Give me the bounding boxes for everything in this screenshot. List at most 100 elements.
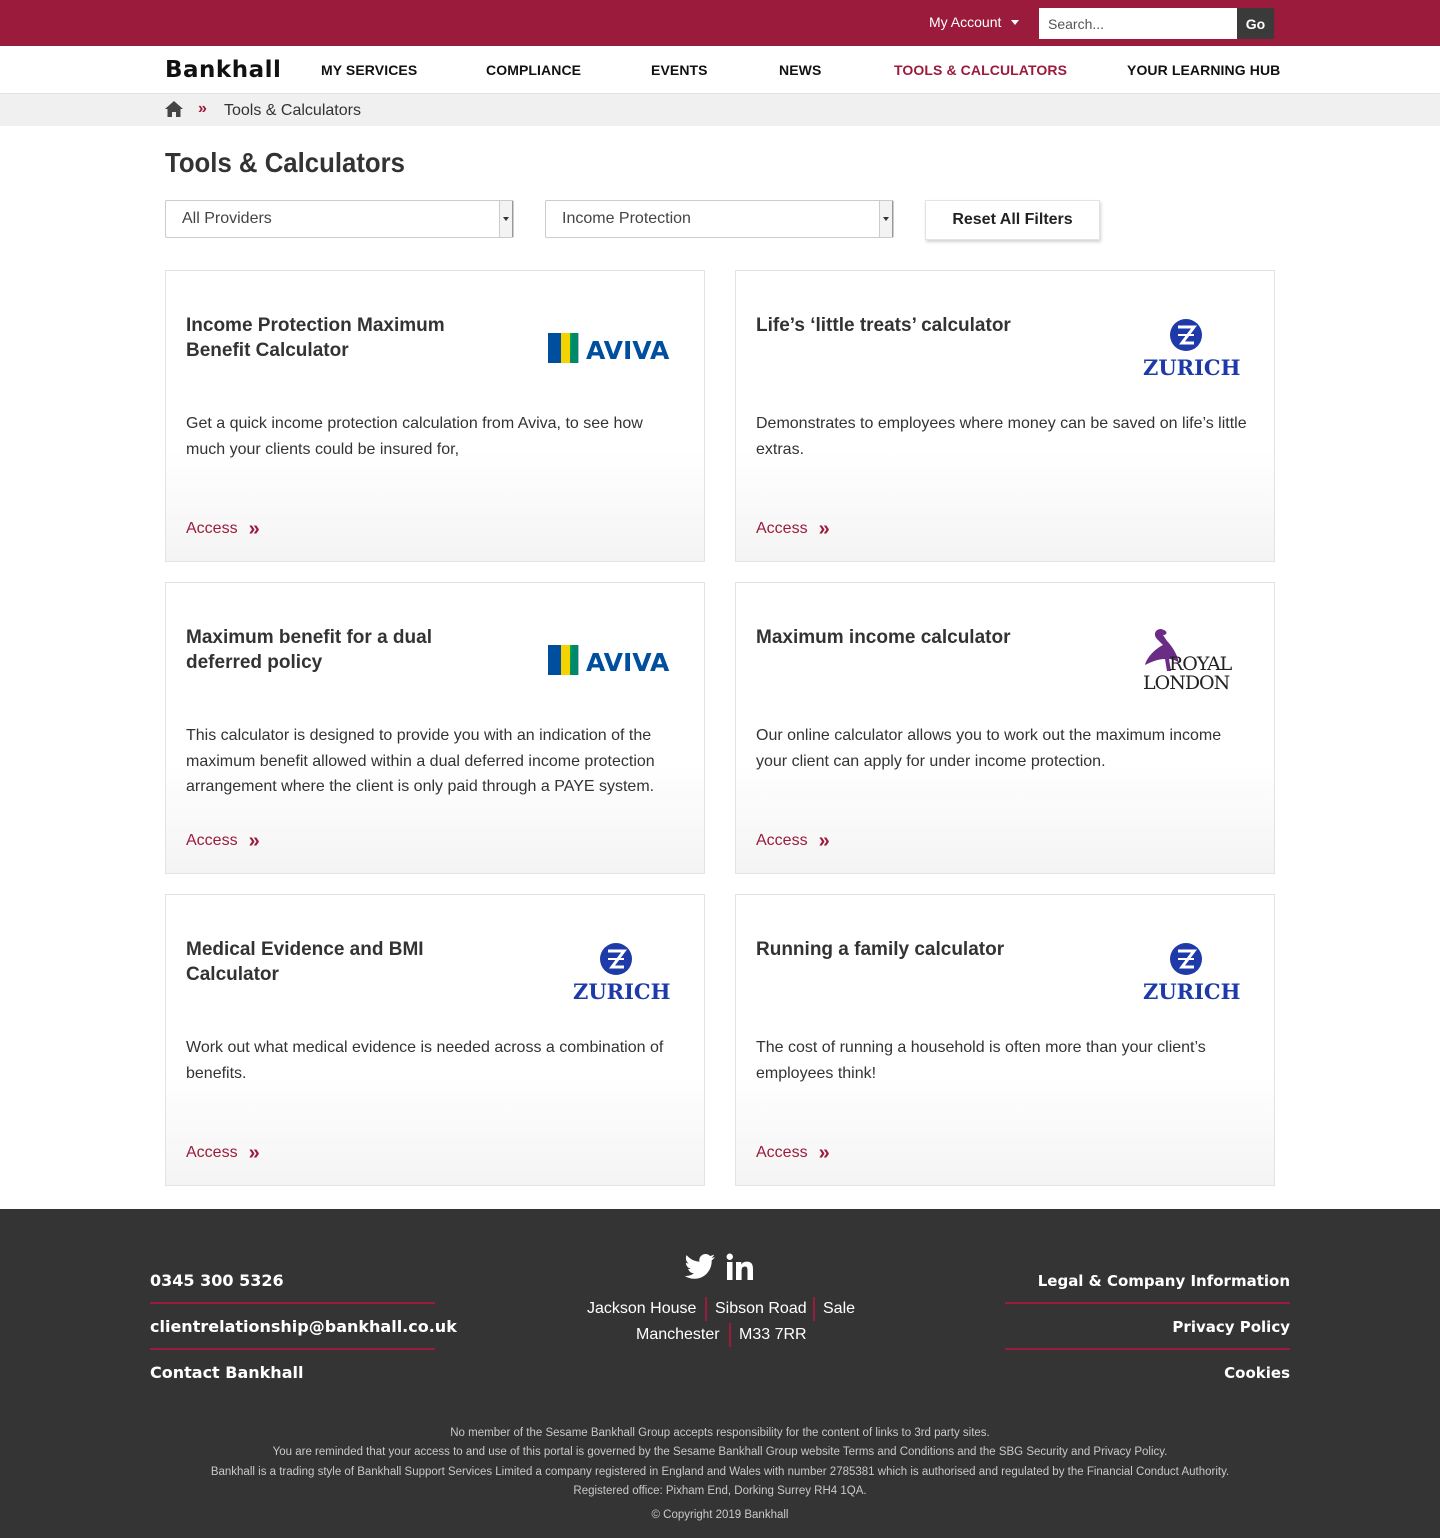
access-link-label: Access — [756, 520, 808, 537]
nav-my-services[interactable]: MY SERVICES — [321, 62, 417, 78]
page-title: Tools & Calculators — [165, 147, 405, 178]
footer: 0345 300 5326 clientrelationship@bankhal… — [0, 1209, 1440, 1538]
select-arrow-icon — [499, 201, 513, 237]
disclaimer-line: No member of the Sesame Bankhall Group a… — [450, 1427, 990, 1439]
reset-filters-button[interactable]: Reset All Filters — [925, 200, 1100, 240]
zurich-logo: ZURICH — [1143, 943, 1240, 1003]
main-nav: Bankhall MY SERVICES COMPLIANCE EVENTS N… — [0, 46, 1440, 94]
footer-divider — [150, 1348, 435, 1350]
address-separator — [729, 1323, 731, 1347]
card-title: Maximum benefit for a dual deferred poli… — [186, 627, 432, 673]
disclaimer-line: You are reminded that your access to and… — [272, 1446, 1168, 1458]
breadcrumb: » Tools & Calculators — [0, 95, 1440, 126]
card-description: Get a quick income protection calculatio… — [186, 415, 643, 458]
address-separator — [705, 1297, 707, 1321]
footer-phone-link[interactable]: 0345 300 5326 — [150, 1271, 435, 1290]
aviva-logo: AVIVA — [548, 645, 670, 677]
bankhall-logo[interactable]: Bankhall — [165, 57, 281, 83]
access-link-label: Access — [756, 1144, 808, 1161]
card-title: Running a family calculator — [756, 939, 1005, 960]
access-link[interactable]: Access » — [756, 518, 830, 540]
disclaimer-line: Registered office: Pixham End, Dorking S… — [573, 1485, 867, 1497]
footer-divider — [1005, 1348, 1290, 1350]
nav-tools-calculators[interactable]: TOOLS & CALCULATORS — [894, 62, 1067, 78]
access-link[interactable]: Access » — [756, 1142, 830, 1164]
access-link[interactable]: Access » — [186, 518, 260, 540]
footer-privacy-link[interactable]: Privacy Policy — [1005, 1318, 1290, 1336]
card-description: Work out what medical evidence is needed… — [186, 1039, 664, 1082]
nav-news[interactable]: NEWS — [779, 62, 821, 78]
address-line: Jackson House — [587, 1300, 697, 1317]
card-description: Demonstrates to employees where money ca… — [756, 415, 1247, 458]
address-separator — [813, 1297, 815, 1321]
card-description: Our online calculator allows you to work… — [756, 727, 1222, 770]
zurich-logo-text: ZURICH — [573, 979, 670, 1003]
footer-divider — [1005, 1302, 1290, 1304]
chevron-double-right-icon: » — [248, 518, 260, 540]
royal-london-logo-line2: LONDON — [1143, 672, 1230, 691]
tool-card: Maximum benefit for a dual deferred poli… — [165, 582, 705, 874]
provider-select[interactable]: All Providers — [165, 200, 514, 238]
chevron-double-right-icon: » — [248, 830, 260, 852]
footer-divider — [150, 1302, 435, 1304]
access-link[interactable]: Access » — [186, 1142, 260, 1164]
footer-cookies-link[interactable]: Cookies — [1005, 1364, 1290, 1382]
tool-card: Life’s ‘little treats’ calculator ZURICH… — [735, 270, 1275, 562]
nav-compliance[interactable]: COMPLIANCE — [486, 62, 581, 78]
card-title: Life’s ‘little treats’ calculator — [756, 315, 1011, 336]
zurich-logo-text: ZURICH — [1143, 979, 1240, 1003]
chevron-double-right-icon: » — [818, 830, 830, 852]
address-line: Manchester — [636, 1326, 720, 1343]
address-line: Sibson Road — [715, 1300, 807, 1317]
search-go-button[interactable]: Go — [1237, 8, 1274, 39]
aviva-logo-text: AVIVA — [586, 648, 670, 677]
twitter-icon[interactable] — [684, 1253, 716, 1281]
chevron-double-right-icon: » — [818, 1142, 830, 1164]
category-select[interactable]: Income Protection — [545, 200, 894, 238]
home-icon[interactable] — [165, 101, 183, 117]
search-input[interactable] — [1039, 8, 1237, 39]
footer-email-link[interactable]: clientrelationship@bankhall.co.uk — [150, 1317, 457, 1336]
access-link-label: Access — [186, 520, 238, 537]
tool-card: Medical Evidence and BMI Calculator ZURI… — [165, 894, 705, 1186]
access-link[interactable]: Access » — [756, 830, 830, 852]
address-line: Sale — [823, 1300, 856, 1317]
address-line: M33 7RR — [739, 1326, 807, 1343]
select-arrow-icon — [879, 201, 893, 237]
breadcrumb-current: Tools & Calculators — [224, 102, 361, 119]
tool-card: Running a family calculator ZURICH The c… — [735, 894, 1275, 1186]
footer-contact-link[interactable]: Contact Bankhall — [150, 1363, 435, 1382]
card-title: Medical Evidence and BMI Calculator — [186, 939, 424, 985]
copyright: © Copyright 2019 Bankhall — [651, 1509, 789, 1521]
card-description: The cost of running a household is often… — [756, 1039, 1206, 1082]
provider-select-value: All Providers — [182, 210, 272, 227]
disclaimer-line: Bankhall is a trading style of Bankhall … — [210, 1466, 1230, 1478]
caret-down-icon — [1011, 19, 1020, 25]
tool-card: Maximum income calculator ROYAL LONDON O… — [735, 582, 1275, 874]
zurich-logo: ZURICH — [1143, 319, 1240, 379]
access-link-label: Access — [756, 832, 808, 849]
aviva-logo: AVIVA — [548, 333, 670, 365]
zurich-logo-text: ZURICH — [1143, 355, 1240, 379]
breadcrumb-separator: » — [198, 100, 207, 117]
access-link-label: Access — [186, 1144, 238, 1161]
my-account-dropdown[interactable]: My Account — [929, 14, 1020, 30]
chevron-double-right-icon: » — [248, 1142, 260, 1164]
zurich-logo: ZURICH — [573, 943, 670, 1003]
royal-london-logo: ROYAL LONDON — [1143, 629, 1234, 691]
my-account-label: My Account — [929, 14, 1002, 30]
card-title: Maximum income calculator — [756, 627, 1011, 648]
top-bar: My Account Go — [0, 0, 1440, 46]
aviva-logo-text: AVIVA — [586, 336, 670, 365]
card-title: Income Protection Maximum Benefit Calcul… — [186, 315, 445, 361]
nav-your-learning-hub[interactable]: YOUR LEARNING HUB — [1127, 62, 1280, 78]
tool-card: Income Protection Maximum Benefit Calcul… — [165, 270, 705, 562]
card-description: This calculator is designed to provide y… — [186, 727, 655, 795]
category-select-value: Income Protection — [562, 210, 691, 227]
chevron-double-right-icon: » — [818, 518, 830, 540]
footer-legal-link[interactable]: Legal & Company Information — [1005, 1272, 1290, 1290]
nav-events[interactable]: EVENTS — [651, 62, 708, 78]
access-link[interactable]: Access » — [186, 830, 260, 852]
linkedin-icon[interactable] — [726, 1253, 754, 1281]
access-link-label: Access — [186, 832, 238, 849]
